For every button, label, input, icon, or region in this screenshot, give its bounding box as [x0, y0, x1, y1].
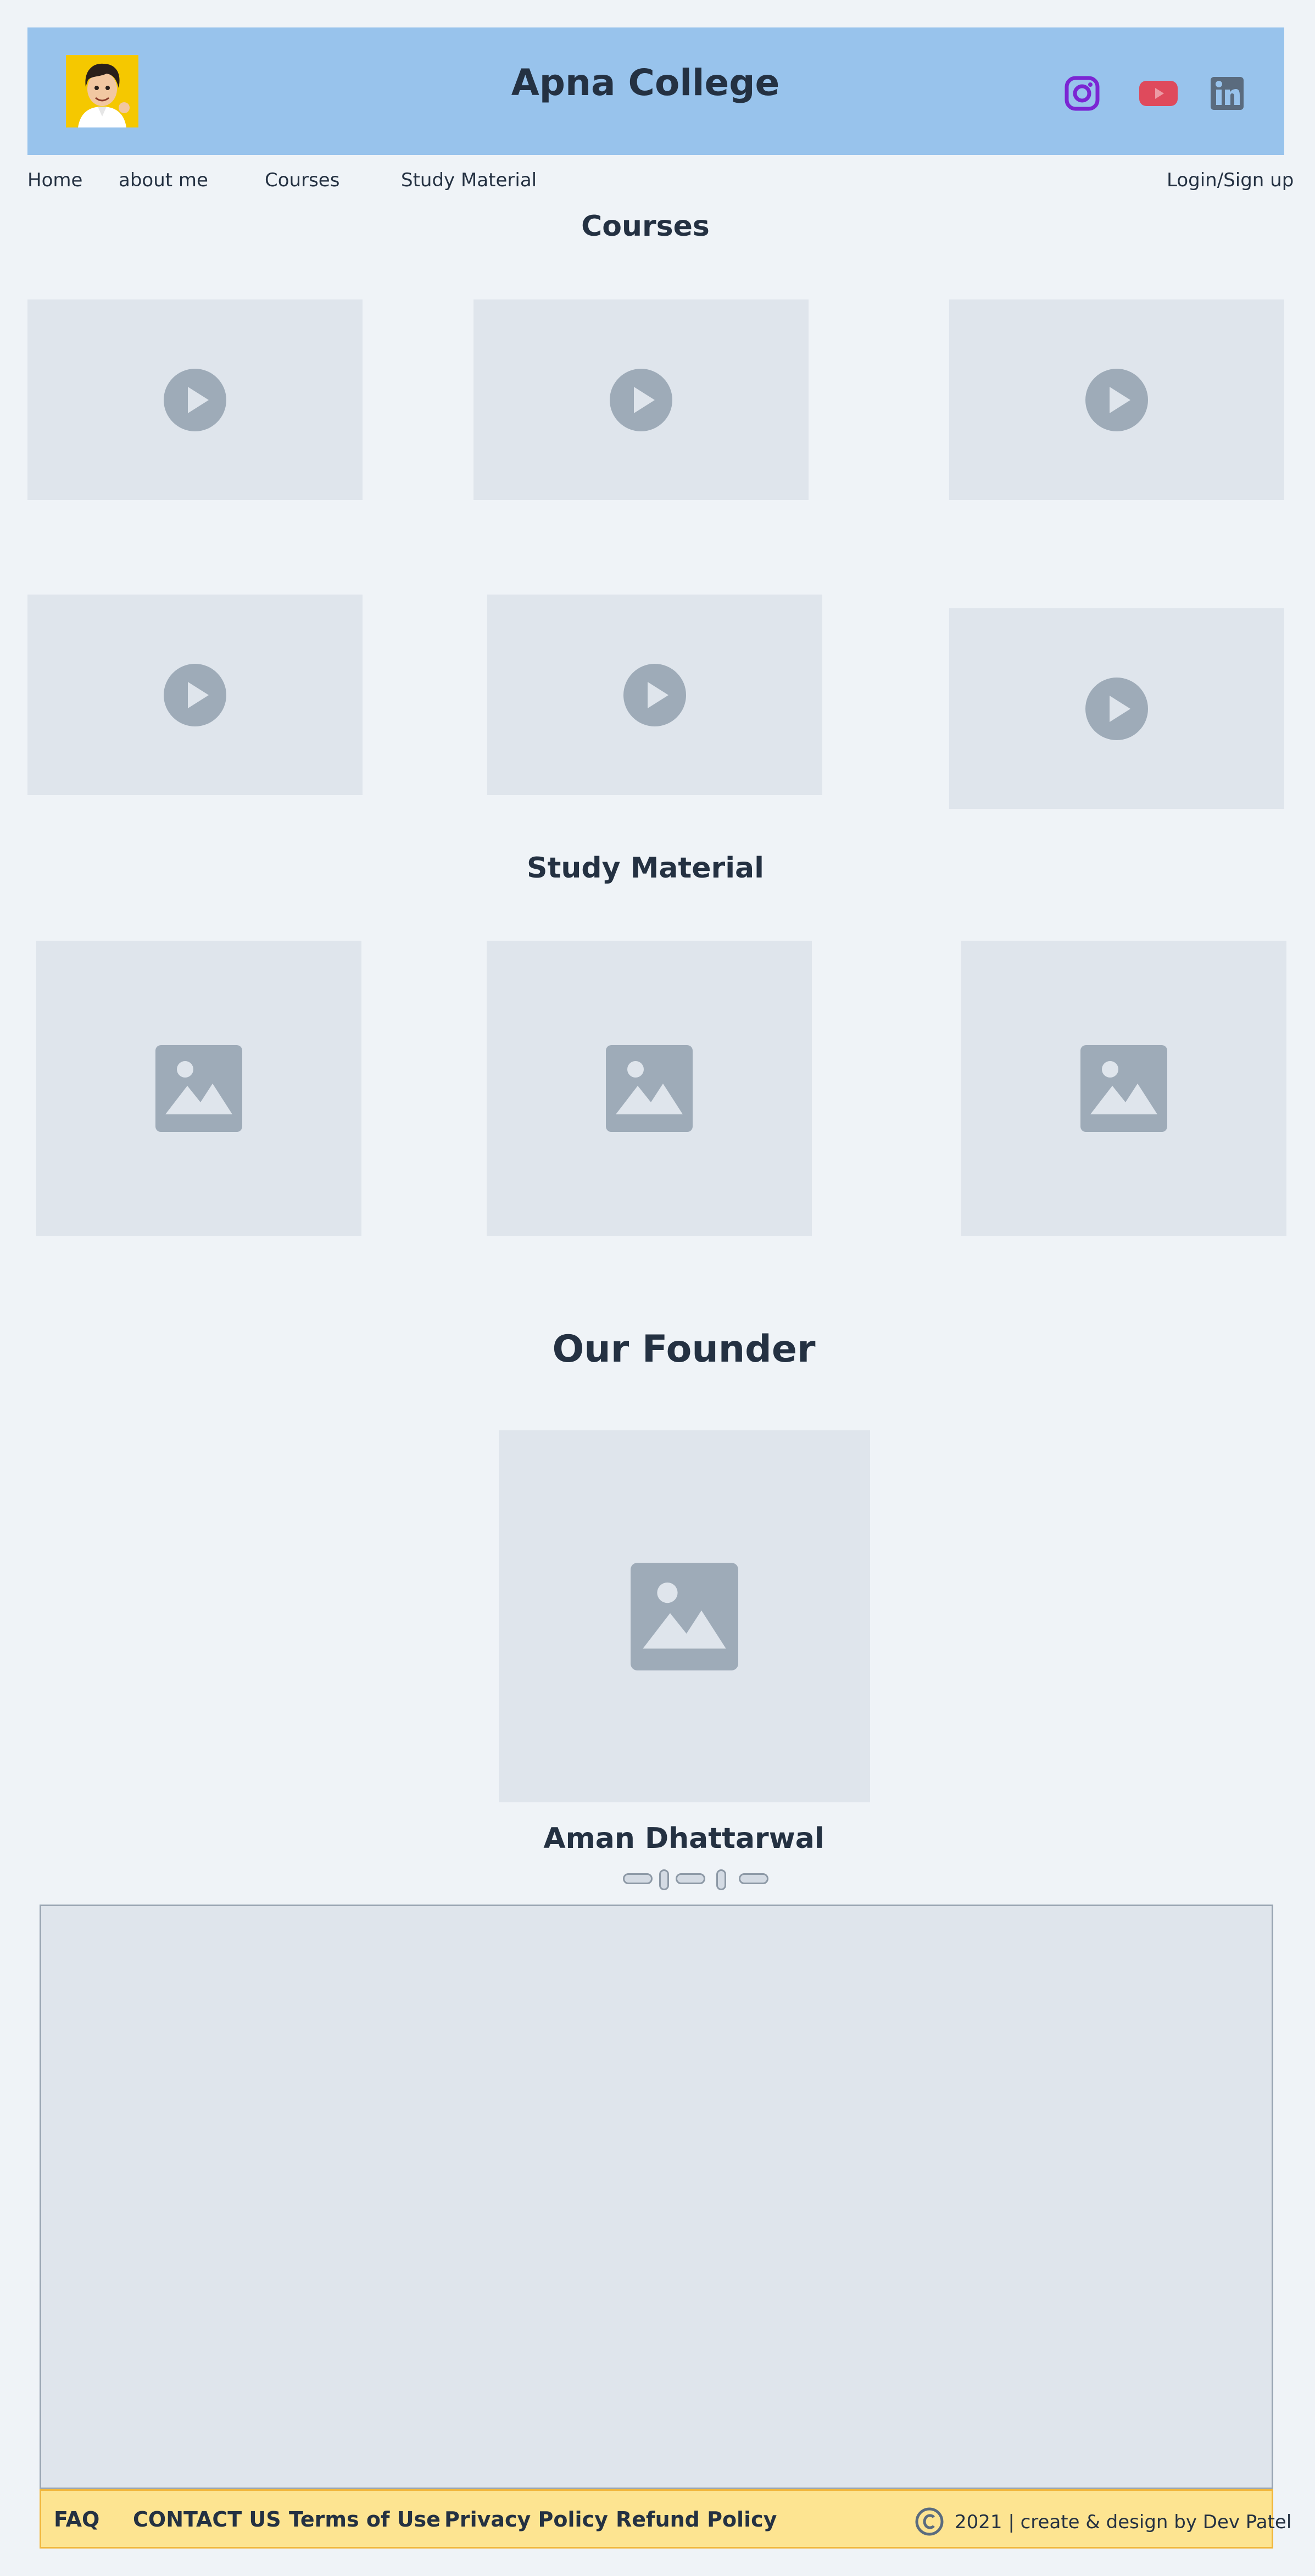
footer-link-terms-of-use[interactable]: Terms of Use [289, 2507, 441, 2531]
course-video[interactable] [487, 595, 822, 795]
founder-photo [499, 1430, 870, 1802]
nav-study-material[interactable]: Study Material [401, 169, 537, 191]
nav-about-me[interactable]: about me [119, 169, 208, 191]
study-material-card[interactable] [961, 941, 1286, 1236]
study-material-card[interactable] [487, 941, 812, 1236]
slider-dot[interactable] [716, 1869, 726, 1890]
image-placeholder-icon [606, 1045, 693, 1132]
youtube-icon[interactable] [1138, 75, 1179, 112]
play-icon [164, 368, 226, 431]
image-placeholder-icon [631, 1562, 738, 1670]
play-icon [1085, 368, 1148, 431]
slider-dot-active[interactable] [659, 1869, 669, 1890]
footer-link-refund-policy[interactable]: Refund Policy [616, 2507, 777, 2531]
study-material-title: Study Material [527, 852, 764, 885]
course-video[interactable] [27, 299, 363, 500]
founder-title: Our Founder [552, 1328, 816, 1371]
content-panel [40, 1905, 1273, 2489]
footer-link-faq[interactable]: FAQ [54, 2507, 99, 2531]
courses-title: Courses [581, 210, 710, 243]
footer-link-privacy-policy[interactable]: Privacy Policy [444, 2507, 608, 2531]
slider-dot[interactable] [623, 1873, 653, 1884]
image-placeholder-icon [1080, 1045, 1167, 1132]
course-video[interactable] [473, 299, 809, 500]
slider-dot[interactable] [739, 1873, 768, 1884]
play-icon [1085, 677, 1148, 740]
image-placeholder-icon [155, 1045, 242, 1132]
footer-link-contact-us[interactable]: CONTACT US [133, 2507, 281, 2531]
course-video[interactable] [949, 608, 1284, 809]
founder-name: Aman Dhattarwal [543, 1822, 824, 1855]
slider-dot[interactable] [676, 1873, 705, 1884]
copyright-icon [915, 2507, 944, 2536]
nav-courses[interactable]: Courses [265, 169, 339, 191]
play-icon [164, 663, 226, 726]
play-icon [610, 368, 672, 431]
instagram-icon[interactable] [1064, 75, 1100, 112]
course-video[interactable] [27, 595, 363, 795]
study-material-card[interactable] [36, 941, 361, 1236]
play-icon [623, 663, 686, 726]
copyright-text: 2021 | create & design by Dev Patel [955, 2511, 1292, 2533]
course-video[interactable] [949, 299, 1284, 500]
nav-home[interactable]: Home [27, 169, 82, 191]
nav-login-signup[interactable]: Login/Sign up [1167, 169, 1294, 191]
linkedin-icon[interactable] [1209, 75, 1245, 112]
